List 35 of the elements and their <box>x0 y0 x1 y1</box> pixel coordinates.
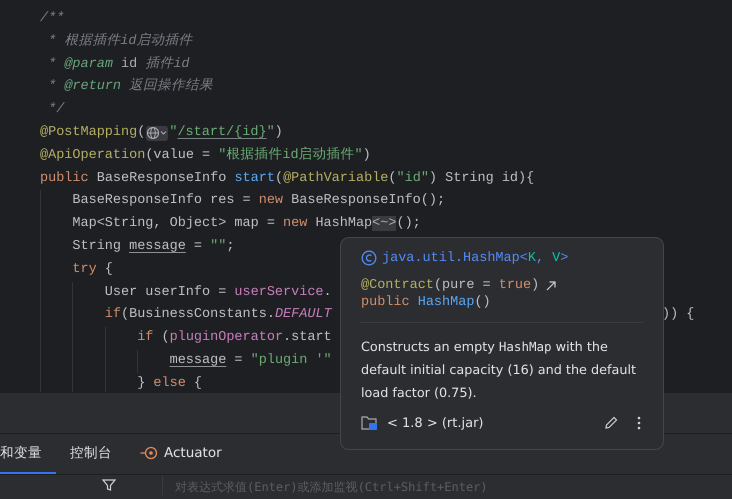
external-link-icon[interactable] <box>545 280 558 292</box>
code-text: * @param id 插件id <box>47 55 190 74</box>
filter-icon[interactable] <box>102 479 116 491</box>
code-text: "/start/{id}") <box>169 124 283 142</box>
code-text: User userInfo = userService. <box>104 284 332 302</box>
class-icon <box>361 250 377 266</box>
code-text: /** <box>40 10 64 28</box>
code-text: */ <box>47 101 64 120</box>
code-text: if (pluginOperator.start <box>137 329 332 348</box>
code-text: message = "plugin '" <box>170 352 332 370</box>
code-text: } else { <box>137 374 202 392</box>
signature-text: public HashMap() <box>361 295 492 310</box>
code-text: BaseResponseInfo res = new BaseResponseInfo(); <box>72 192 446 210</box>
code-text: if(BusinessConstants.DEFAULT <box>104 306 332 324</box>
tool-tab[interactable]: 和变量 <box>0 434 56 474</box>
tool-tab[interactable]: Actuator <box>126 434 236 474</box>
target-icon <box>140 446 158 460</box>
code-text: try { <box>72 260 113 279</box>
library-icon <box>361 415 379 431</box>
globe-icon[interactable] <box>146 126 168 141</box>
annotation-text: @Contract(pure = true) <box>361 278 540 293</box>
tool-tab[interactable]: 控制台 <box>56 434 126 474</box>
code-text: @PostMapping( <box>40 124 146 142</box>
library-label: < 1.8 > (rt.jar) <box>387 416 484 430</box>
code-text: public BaseResponseInfo start(@PathVariable("id") String id){ <box>40 170 534 188</box>
code-text: * @return 返回操作结果 <box>47 76 214 96</box>
code-text: Map<String, Object> map = new HashMap<~>(); <box>72 215 421 234</box>
description-text: Constructs an empty HashMap with the default initial capacity (16) and the default load factor (0.75). <box>361 338 638 403</box>
code-text: )) { <box>662 306 694 324</box>
class-name[interactable]: java.util.HashMap<K, V> <box>382 250 568 266</box>
more-icon[interactable] <box>635 415 643 431</box>
pencil-icon[interactable] <box>603 415 619 431</box>
code-text: String message = ""; <box>72 238 234 256</box>
code-text: @ApiOperation(value = "根据插件id启动插件") <box>40 146 371 165</box>
code-text: * 根据插件id启动插件 <box>47 32 193 51</box>
